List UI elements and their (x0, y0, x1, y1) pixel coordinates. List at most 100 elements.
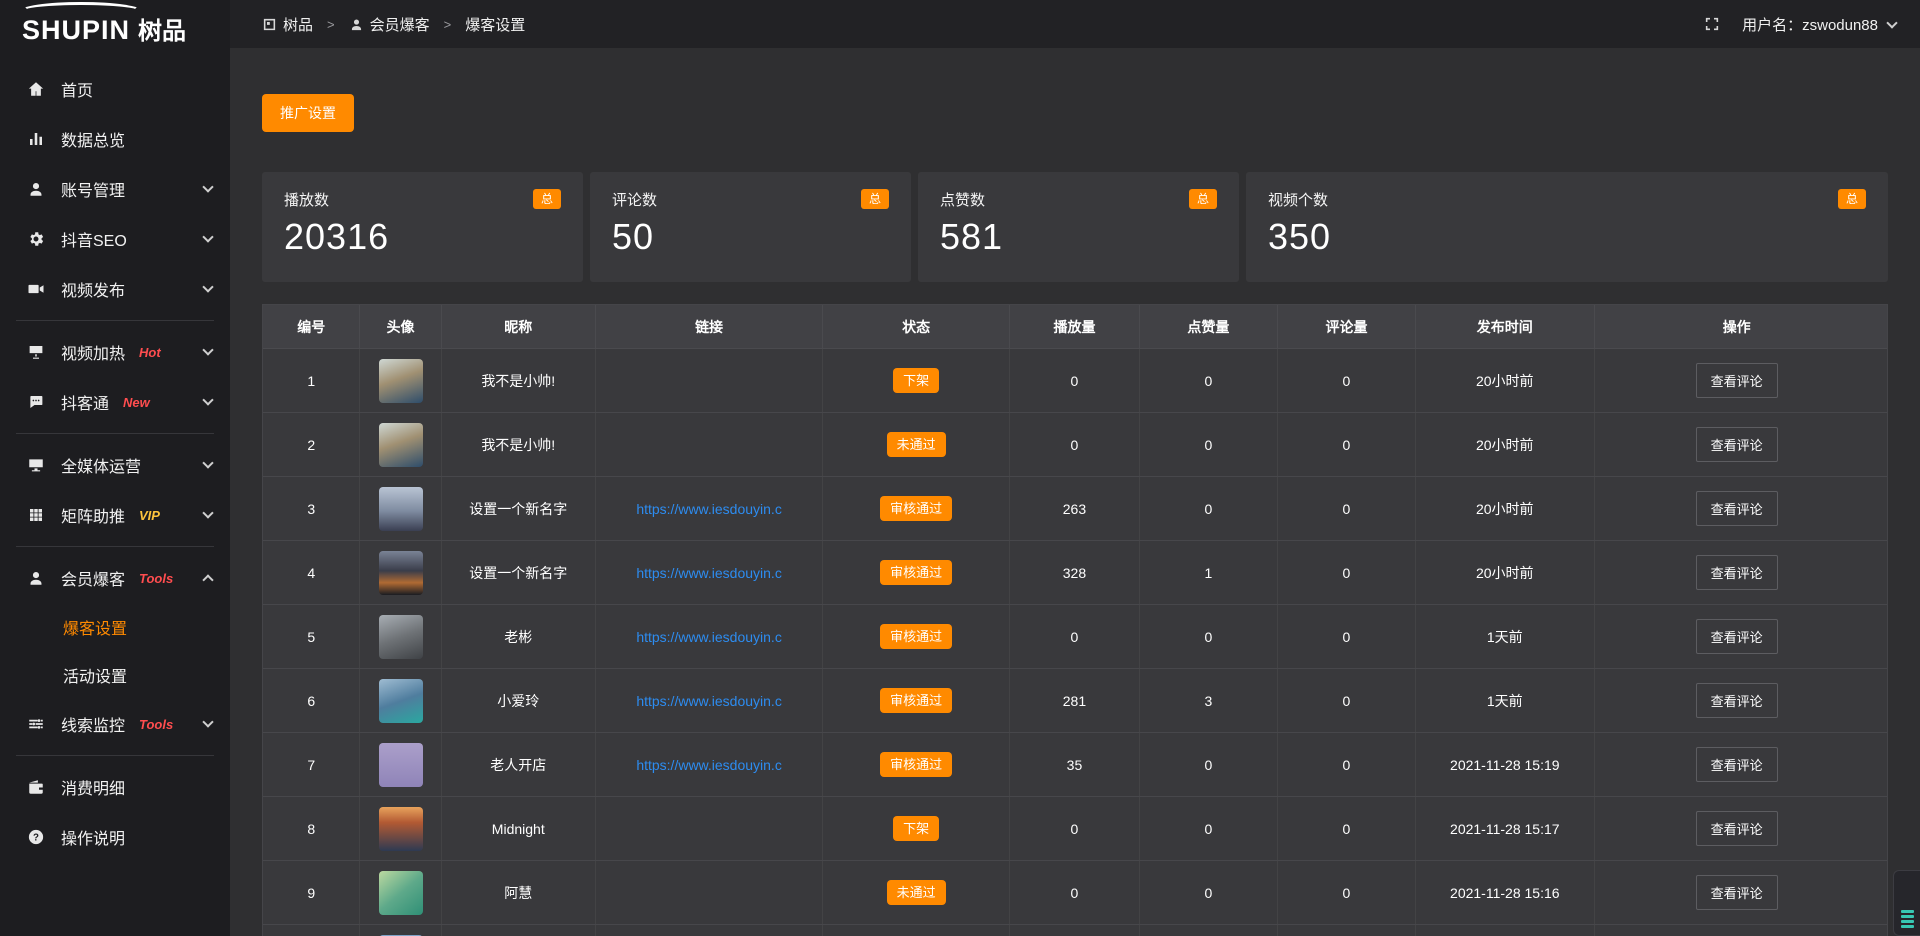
cell-plays: 35 (1010, 733, 1140, 796)
cell-comments: 0 (1278, 349, 1416, 412)
cell-comments: 0 (1278, 413, 1416, 476)
video-link[interactable]: https://www.iesdouyin.c (636, 693, 782, 709)
status-badge: 审核通过 (880, 496, 952, 521)
cell-status: 未通过 (823, 413, 1010, 476)
fullscreen-icon[interactable] (1704, 16, 1720, 32)
chevron-down-icon (202, 394, 213, 405)
sidebar-item-7[interactable]: 抖客通New (0, 377, 230, 427)
sidebar-item-2[interactable]: 账号管理 (0, 164, 230, 214)
member-icon (26, 568, 46, 588)
sidebar-item-label: 视频加热 (61, 340, 125, 364)
total-badge: 总 (1838, 189, 1866, 209)
promo-settings-button[interactable]: 推广设置 (262, 94, 354, 132)
view-comments-button[interactable]: 查看评论 (1696, 491, 1778, 526)
view-comments-button[interactable]: 查看评论 (1696, 555, 1778, 590)
sidebar-divider (16, 546, 214, 547)
cell-time: 20小时前 (1416, 413, 1595, 476)
cell-action: 查看评论 (1595, 669, 1879, 732)
view-comments-button[interactable]: 查看评论 (1696, 811, 1778, 846)
sidebar-item-badge: Hot (139, 345, 161, 360)
brand-logo[interactable]: SHUPIN 树品 (0, 0, 230, 48)
video-link[interactable]: https://www.iesdouyin.c (636, 629, 782, 645)
avatar (379, 423, 423, 467)
sidebar-item-18[interactable]: ?操作说明 (0, 812, 230, 862)
sidebar-item-0[interactable]: 首页 (0, 64, 230, 114)
video-link[interactable]: https://www.iesdouyin.c (636, 565, 782, 581)
chevron-up-icon (202, 574, 213, 585)
cell-likes: 0 (1140, 349, 1278, 412)
cell-time: 20小时前 (1416, 477, 1595, 540)
avatar (379, 551, 423, 595)
cell-nickname: 设置一个新名字 (442, 477, 596, 540)
sidebar-item-label: 账号管理 (61, 177, 125, 201)
cell-avatar (360, 541, 441, 604)
column-header: 评论量 (1278, 305, 1416, 348)
cell-link (596, 925, 823, 936)
video-link[interactable]: https://www.iesdouyin.c (636, 757, 782, 773)
sidebar-item-label: 首页 (61, 77, 93, 101)
sidebar-item-3[interactable]: 抖音SEO (0, 214, 230, 264)
status-badge: 未通过 (887, 880, 946, 905)
cell-id: 4 (263, 541, 360, 604)
sidebar-item-label: 活动设置 (63, 663, 127, 687)
stat-card-1: 评论数总50 (590, 172, 911, 282)
sidebar-item-label: 全媒体运营 (61, 453, 141, 477)
sidebar-item-label: 抖客通 (61, 390, 109, 414)
view-comments-button[interactable]: 查看评论 (1696, 747, 1778, 782)
sliders-icon (26, 714, 46, 734)
sidebar-item-label: 矩阵助推 (61, 503, 125, 527)
cell-status: 审核通过 (823, 733, 1010, 796)
breadcrumb-item-0[interactable]: 树品 (262, 14, 313, 35)
svg-text:?: ? (33, 832, 39, 843)
cell-action: 查看评论 (1595, 797, 1879, 860)
user-menu[interactable]: 用户名：zswodun88 (1742, 14, 1896, 35)
floating-widget[interactable] (1893, 870, 1920, 936)
breadcrumb-item-2[interactable]: 爆客设置 (465, 14, 525, 35)
view-comments-button[interactable]: 查看评论 (1696, 363, 1778, 398)
chevron-down-icon (202, 181, 213, 192)
sidebar-item-12[interactable]: 会员爆客Tools (0, 553, 230, 603)
cell-time: 20小时前 (1416, 349, 1595, 412)
cell-status: 下架 (823, 797, 1010, 860)
sidebar-item-10[interactable]: 矩阵助推VIP (0, 490, 230, 540)
total-badge: 总 (1189, 189, 1217, 209)
cell-link (596, 349, 823, 412)
sidebar-item-1[interactable]: 数据总览 (0, 114, 230, 164)
column-header: 操作 (1595, 305, 1879, 348)
column-header: 编号 (263, 305, 360, 348)
column-header: 头像 (360, 305, 441, 348)
cell-status: 审核通过 (823, 541, 1010, 604)
cell-id (263, 925, 360, 936)
sidebar-item-6[interactable]: 视频加热 Hot (0, 327, 230, 377)
sidebar-item-17[interactable]: 消费明细 (0, 762, 230, 812)
stat-cards: 播放数总20316评论数总50点赞数总581视频个数总350 (262, 172, 1888, 282)
cell-link: https://www.iesdouyin.c (596, 477, 823, 540)
sidebar-item-label: 视频发布 (61, 277, 125, 301)
cell-avatar (360, 605, 441, 668)
breadcrumb-item-1[interactable]: 会员爆客 (349, 14, 430, 35)
sidebar-divider (16, 320, 214, 321)
sidebar-item-13[interactable]: 爆客设置 (0, 603, 230, 651)
stat-card-0: 播放数总20316 (262, 172, 583, 282)
cell-time: 2021-11-28 15:17 (1416, 797, 1595, 860)
monitor-icon (26, 455, 46, 475)
view-comments-button[interactable]: 查看评论 (1696, 427, 1778, 462)
cell-status: 下架 (823, 349, 1010, 412)
sidebar-item-15[interactable]: 线索监控Tools (0, 699, 230, 749)
sidebar-item-4[interactable]: 视频发布 (0, 264, 230, 314)
view-comments-button[interactable]: 查看评论 (1696, 875, 1778, 910)
sidebar-item-14[interactable]: 活动设置 (0, 651, 230, 699)
table-row: 1我不是小帅!下架00020小时前查看评论 (263, 349, 1887, 413)
stat-card-label: 评论数 (612, 189, 657, 210)
screen-icon (26, 342, 46, 362)
cell-avatar (360, 669, 441, 732)
cell-id: 8 (263, 797, 360, 860)
view-comments-button[interactable]: 查看评论 (1696, 683, 1778, 718)
video-link[interactable]: https://www.iesdouyin.c (636, 501, 782, 517)
cell-comments: 0 (1278, 669, 1416, 732)
cell-status: 未通过 (823, 861, 1010, 924)
stat-card-value: 350 (1268, 216, 1866, 258)
view-comments-button[interactable]: 查看评论 (1696, 619, 1778, 654)
sidebar-divider (16, 433, 214, 434)
sidebar-item-9[interactable]: 全媒体运营 (0, 440, 230, 490)
